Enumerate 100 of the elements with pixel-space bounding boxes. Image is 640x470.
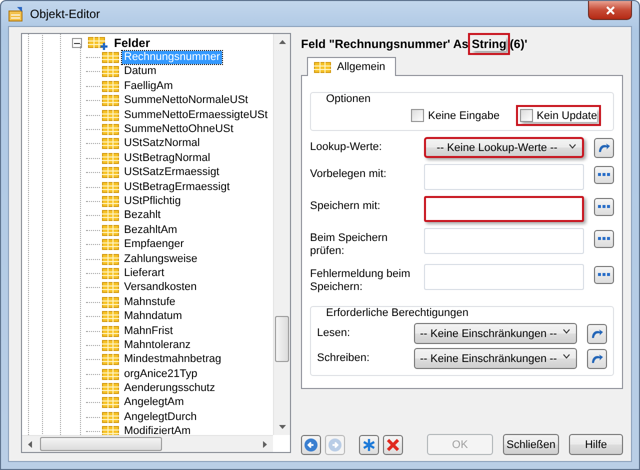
field-label: Vorbelegen mit: [310, 167, 388, 181]
table-icon [102, 152, 119, 164]
refresh-icon [590, 326, 604, 340]
tree-item[interactable]: BezahltAm [122, 224, 180, 237]
right-arrow-icon [262, 440, 268, 448]
tree-item[interactable]: UStSatzNormal [122, 137, 202, 150]
tree-item[interactable]: Mahndatum [122, 310, 184, 324]
table-icon [102, 124, 119, 136]
table-icon [102, 182, 119, 193]
refresh-button[interactable] [587, 348, 607, 368]
window-title: Objekt-Editor [30, 6, 100, 20]
table-icon [102, 296, 119, 308]
tree-item[interactable]: AngelegtAm [122, 396, 186, 410]
table-icon [314, 62, 331, 72]
tree-node[interactable]: Felder [114, 36, 150, 50]
browse-button[interactable] [594, 198, 614, 216]
vertical-scrollbar[interactable] [273, 34, 290, 435]
table-icon [102, 66, 119, 78]
tree-item[interactable]: Zahlungsweise [122, 252, 200, 266]
close-button[interactable] [588, 1, 632, 20]
close-icon [386, 438, 400, 452]
tree-item[interactable]: orgAnice21Typ [122, 368, 200, 381]
table-icon [102, 239, 119, 250]
ellipsis-icon [598, 205, 610, 209]
table-icon [102, 340, 119, 351]
caret-icon [563, 354, 570, 359]
refresh-button[interactable] [594, 138, 614, 158]
asterisk-icon [362, 438, 376, 452]
horizontal-scrollbar[interactable] [22, 435, 273, 452]
tab[interactable]: Allgemein [307, 57, 396, 76]
left-arrow-icon [27, 440, 33, 448]
table-icon [102, 326, 119, 336]
back-button[interactable] [301, 434, 321, 454]
table-add-icon [88, 36, 108, 50]
tree-item[interactable]: Mahnstufe [122, 296, 178, 309]
dialog-button[interactable]: Hilfe [569, 434, 623, 455]
table-icon [102, 167, 119, 178]
tree-item[interactable]: FaelligAm [122, 80, 175, 93]
tree-item[interactable]: Mahntoleranz [122, 338, 193, 352]
table-icon [102, 426, 119, 435]
tree-item[interactable]: AngelegtDurch [122, 410, 199, 424]
tree-item[interactable]: MahnFrist [122, 324, 175, 338]
tree-item[interactable]: UStBetragErmaessigt [122, 180, 232, 194]
tree-item[interactable]: SummeNettoNormaleUSt [122, 94, 250, 108]
dropdown[interactable]: -- Keine Einschränkungen -- [414, 323, 577, 344]
table-icon [102, 354, 119, 366]
refresh-button[interactable] [587, 324, 607, 344]
tree-item[interactable]: Datum [122, 65, 158, 78]
scroll-thumb[interactable] [40, 437, 162, 451]
new-button[interactable] [359, 434, 379, 454]
caret-icon [569, 144, 576, 149]
ellipsis-icon [598, 273, 610, 277]
tree-item[interactable]: Empfaenger [122, 238, 186, 252]
tree-item[interactable]: Versandkosten [122, 281, 199, 294]
tree-item[interactable]: SummeNettoOhneUSt [122, 123, 236, 136]
up-arrow-icon [278, 39, 286, 45]
table-icon [102, 210, 119, 222]
close-icon [606, 6, 614, 14]
browse-button[interactable] [594, 230, 614, 248]
table-icon [102, 254, 119, 265]
tree-item[interactable]: UStPflichtig [122, 194, 183, 208]
down-arrow-icon [278, 424, 286, 430]
tree-item[interactable]: Lieferart [122, 266, 166, 280]
dropdown[interactable]: -- Keine Lookup-Werte -- [424, 137, 584, 158]
field-label: Beim Speichern prüfen: [310, 231, 389, 258]
ellipsis-icon [598, 237, 610, 241]
table-icon [102, 412, 119, 423]
dropdown[interactable]: -- Keine Einschränkungen -- [414, 348, 577, 369]
field-label: Fehlermeldung beim Speichern: [310, 267, 412, 294]
field-label: Speichern mit: [310, 199, 382, 213]
table-icon [102, 224, 119, 236]
field-label: Schreiben: [317, 352, 371, 365]
dialog-button[interactable]: Schließen [503, 434, 559, 455]
tree-item[interactable]: UStSatzErmaessigt [122, 166, 222, 180]
tree-item[interactable]: Aenderungsschutz [122, 382, 218, 396]
table-icon [102, 196, 119, 207]
table-icon [102, 268, 119, 279]
table-icon [102, 95, 119, 106]
table-icon [102, 282, 119, 294]
table-icon [102, 397, 119, 408]
scroll-thumb[interactable] [275, 316, 289, 362]
refresh-icon [597, 140, 611, 154]
tree-item[interactable]: SummeNettoErmaessigteUSt [122, 108, 270, 122]
checkbox[interactable]: Keine Eingabe [411, 109, 500, 122]
tree-item[interactable]: ModifiziertAm [122, 425, 193, 435]
table-icon [102, 52, 119, 64]
refresh-icon [590, 352, 604, 366]
field-label: Lesen: [317, 327, 352, 340]
browse-button[interactable] [594, 166, 614, 184]
tree-item[interactable]: UStBetragNormal [122, 152, 212, 165]
browse-button[interactable] [594, 266, 614, 284]
collapse-toggle[interactable] [72, 38, 82, 48]
table-icon [102, 138, 119, 150]
table-icon [102, 311, 119, 322]
input-field[interactable] [424, 196, 584, 222]
field-label: Lookup-Werte: [310, 141, 383, 154]
table-icon [102, 80, 119, 92]
tree-item[interactable]: Mindestmahnbetrag [122, 353, 224, 366]
delete-button[interactable] [383, 434, 403, 454]
tree-item[interactable]: Bezahlt [122, 209, 163, 222]
